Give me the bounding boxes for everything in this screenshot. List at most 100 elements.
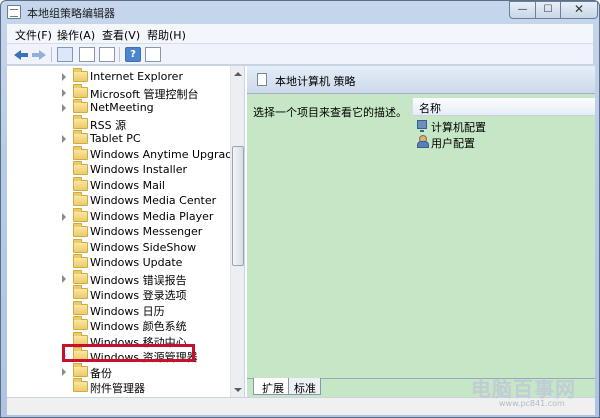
- tree-item[interactable]: Windows Messenger: [7, 223, 231, 240]
- highlight-annotation: [62, 344, 195, 362]
- tree-item-label: Windows SideShow: [90, 240, 197, 254]
- properties-icon[interactable]: [145, 47, 161, 62]
- folder-icon: [73, 145, 88, 160]
- folder-icon: [73, 130, 88, 144]
- expand-arrow-icon[interactable]: [62, 88, 66, 97]
- tree-item-label: Windows Messenger: [90, 225, 203, 238]
- folder-icon: [73, 83, 88, 98]
- policy-document-icon: [257, 73, 267, 86]
- description-text: 选择一个项目来查看它的描述。: [253, 106, 407, 119]
- tree-item[interactable]: Windows 登录选项: [7, 285, 231, 302]
- list-item-label: 用户配置: [431, 137, 475, 150]
- tree-item[interactable]: Windows SideShow: [7, 238, 231, 256]
- tree-item[interactable]: Windows Mail: [7, 176, 231, 194]
- menu-action[interactable]: 操作(A): [57, 27, 95, 43]
- computer-icon: [417, 120, 427, 132]
- toolbar-separator: [119, 47, 120, 62]
- scroll-down-icon[interactable]: [231, 382, 244, 398]
- tree-item[interactable]: 附件管理器: [7, 378, 231, 395]
- tree-item[interactable]: Windows 错误报告: [7, 269, 231, 287]
- back-arrow-icon[interactable]: [13, 47, 29, 62]
- tree-item[interactable]: Microsoft 管理控制台: [7, 83, 231, 101]
- details-pane: 本地计算机 策略 选择一个项目来查看它的描述。 名称 计算机配置 用户配置 扩展…: [247, 66, 595, 398]
- export-list-icon[interactable]: [99, 47, 115, 62]
- menu-bar: 文件(F) 操作(A) 查看(V) 帮助(H): [7, 24, 593, 44]
- expand-arrow-icon[interactable]: [62, 367, 66, 376]
- user-icon: [417, 135, 429, 148]
- toolbar-separator: [51, 47, 52, 62]
- watermark-logo: 电脑百事网: [471, 377, 576, 401]
- window-title: 本地组策略编辑器: [27, 7, 115, 20]
- tree-item[interactable]: NetMeeting: [7, 99, 231, 116]
- tree-item-label: Windows Installer: [90, 163, 188, 176]
- column-header-name[interactable]: 名称: [412, 98, 595, 116]
- scroll-up-icon[interactable]: [231, 66, 244, 82]
- folder-icon: [73, 207, 88, 222]
- console-tree-icon[interactable]: [57, 47, 73, 62]
- tree-scrollbar[interactable]: [230, 66, 244, 398]
- expand-arrow-icon[interactable]: [62, 73, 66, 81]
- folder-icon: [73, 254, 88, 268]
- maximize-button[interactable]: ☐: [535, 1, 561, 19]
- menu-help[interactable]: 帮助(H): [147, 27, 186, 43]
- tree-item-label: Internet Explorer: [90, 70, 183, 83]
- folder-icon: [73, 378, 88, 392]
- help-icon[interactable]: ?: [125, 47, 141, 62]
- details-title: 本地计算机 策略: [275, 75, 356, 88]
- tree-item-label: Windows Media Player: [90, 209, 214, 223]
- column-header-label: 名称: [419, 102, 441, 115]
- tree-item[interactable]: Internet Explorer: [7, 68, 231, 85]
- window: 本地组策略编辑器 — ☐ ✕ 文件(F) 操作(A) 查看(V) 帮助(H) ?…: [0, 0, 600, 418]
- show-hide-icon[interactable]: [79, 47, 95, 62]
- expand-arrow-icon[interactable]: [62, 135, 66, 143]
- app-icon: [7, 5, 21, 19]
- menu-file[interactable]: 文件(F): [15, 27, 52, 43]
- folder-icon: [73, 176, 88, 191]
- folder-icon: [73, 238, 88, 253]
- tree-item[interactable]: Windows Media Center: [7, 192, 231, 209]
- folder-icon: [73, 223, 88, 237]
- close-button[interactable]: ✕: [560, 1, 598, 19]
- folder-icon: [73, 114, 88, 129]
- tree-item[interactable]: Windows Media Player: [7, 207, 231, 225]
- expand-arrow-icon[interactable]: [62, 274, 66, 283]
- tree-item[interactable]: RSS 源: [7, 114, 231, 132]
- folder-icon: [73, 269, 88, 284]
- folder-icon: [73, 68, 88, 82]
- folder-icon: [73, 362, 88, 377]
- tree-item[interactable]: Windows Update: [7, 254, 231, 271]
- details-header: 本地计算机 策略: [247, 66, 595, 94]
- expand-arrow-icon[interactable]: [62, 104, 66, 112]
- tab-expanded[interactable]: 扩展: [253, 378, 289, 395]
- tree-item-label: 附件管理器: [90, 382, 145, 395]
- tree-item-label: Windows Update: [90, 256, 183, 269]
- title-bar[interactable]: 本地组策略编辑器 — ☐ ✕: [1, 1, 599, 23]
- tree-item-label: NetMeeting: [90, 101, 154, 114]
- tree-item-label: Windows Mail: [90, 178, 165, 192]
- content-area: Internet Explorer Microsoft 管理控制台 NetMeeti…: [7, 65, 595, 398]
- folder-icon: [73, 300, 88, 315]
- tree-item[interactable]: 备份: [7, 362, 231, 380]
- folder-icon: [73, 285, 88, 299]
- folder-icon: [73, 316, 88, 330]
- folder-icon: [73, 99, 88, 113]
- tree-item[interactable]: Tablet PC: [7, 130, 231, 147]
- watermark-url: www.pc841.com: [499, 399, 565, 408]
- list-item-computer-config[interactable]: 计算机配置: [417, 118, 587, 134]
- list-item-label: 计算机配置: [431, 121, 486, 134]
- tree-item-label: Windows Anytime Upgrade: [90, 147, 239, 161]
- tree-item[interactable]: Windows 颜色系统: [7, 316, 231, 333]
- folder-icon: [73, 192, 88, 206]
- tree-item[interactable]: Windows Installer: [7, 161, 231, 178]
- tree-item-label: Windows Media Center: [90, 194, 217, 207]
- scroll-thumb[interactable]: [232, 146, 244, 266]
- minimize-button[interactable]: —: [509, 1, 536, 19]
- tree-item[interactable]: Windows Anytime Upgrade: [7, 145, 239, 163]
- tree-item[interactable]: Windows 日历: [7, 300, 231, 318]
- tab-standard[interactable]: 标准: [285, 378, 321, 395]
- menu-view[interactable]: 查看(V): [102, 27, 140, 43]
- expand-arrow-icon[interactable]: [62, 212, 66, 221]
- tree-item-label: Tablet PC: [90, 132, 141, 145]
- list-item-user-config[interactable]: 用户配置: [417, 134, 587, 150]
- forward-arrow-icon[interactable]: [31, 47, 47, 62]
